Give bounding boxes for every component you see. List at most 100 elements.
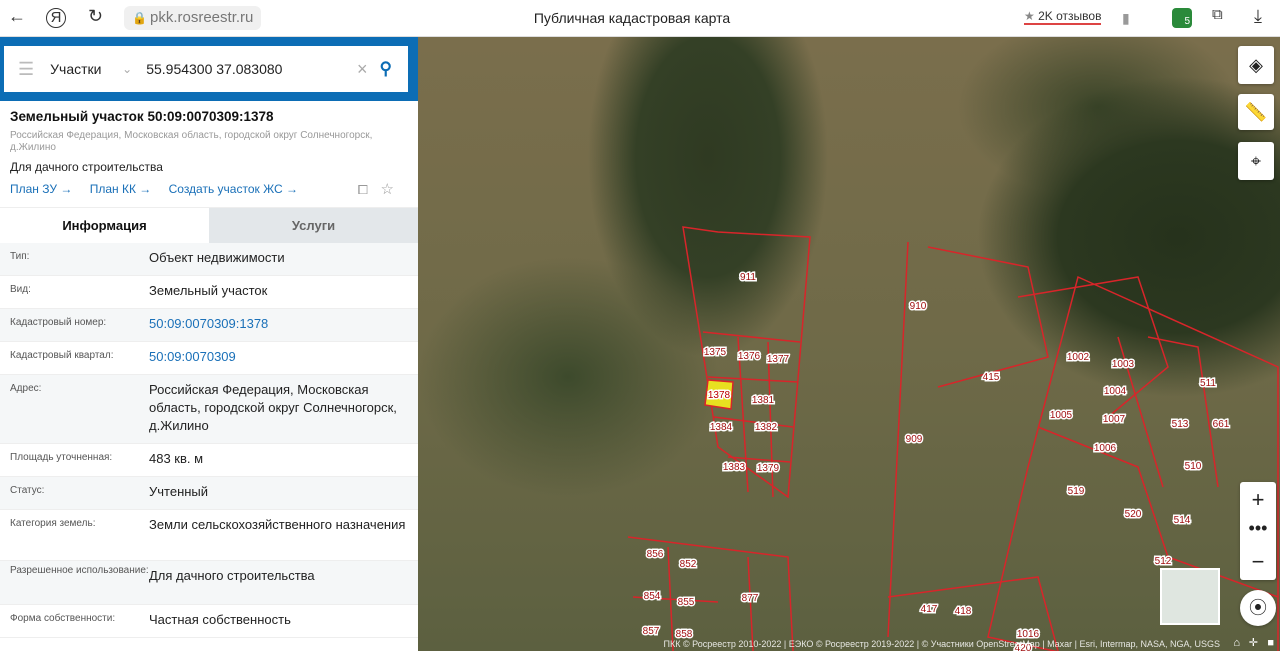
parcel-label[interactable]: 1384 (708, 421, 734, 435)
parcel-label[interactable]: 1004 (1102, 385, 1128, 399)
table-row: Кадастровый квартал: 50:09:0070309 (0, 342, 418, 375)
download-icon[interactable]: ⤓ (1254, 6, 1262, 27)
table-row: Разрешенное использование: Для дачного ст… (0, 561, 418, 605)
info-panel: ☰ Участки ⌄ 55.954300 37.083080 × ⚲ Земе… (0, 37, 418, 651)
row-label: Статус: (10, 485, 45, 496)
table-row: Категория земель: Земли сельскохозяйствен… (0, 510, 418, 561)
locate-button[interactable]: ⌖ (1238, 142, 1274, 180)
row-label: Разрешенное использование: (10, 565, 149, 576)
zoom-in-button[interactable]: + (1240, 482, 1276, 518)
extension-shield-icon[interactable]: 5 (1172, 8, 1192, 28)
parcel-label[interactable]: 910 (908, 300, 928, 314)
parcel-label[interactable]: 857 (641, 625, 661, 639)
parcel-label[interactable]: 1378 (706, 389, 732, 403)
plan-zu-link[interactable]: План ЗУ → (10, 182, 72, 196)
browser-toolbar: ← Я ↻ 🔒 pkk.rosreestr.ru Публичная кадаст… (0, 0, 1280, 37)
parcel-label[interactable]: 1375 (702, 346, 728, 360)
crosshair-small-icon[interactable]: ✛ (1249, 636, 1258, 649)
ruler-button[interactable]: 📏 (1238, 94, 1274, 130)
parcel-label[interactable]: 1003 (1110, 358, 1136, 372)
parcel-label[interactable]: 909 (904, 433, 924, 447)
parcel-label[interactable]: 417 (919, 603, 939, 617)
parcel-title: Земельный участок 50:09:0070309:1378 (10, 109, 274, 124)
parcel-label[interactable]: 1379 (755, 462, 781, 476)
map-attribution: ПКК © Росреестр 2010-2022 | ЕЭКО © Росре… (663, 639, 1221, 649)
reviews-link[interactable]: ★ 2K отзывов (1024, 9, 1102, 25)
parcel-label[interactable]: 854 (642, 590, 662, 604)
row-label: Кадастровый квартал: (10, 350, 114, 361)
cadastral-quarter-link[interactable]: 50:09:0070309 (149, 342, 408, 374)
parcel-label[interactable]: 415 (981, 371, 1001, 385)
parcel-label[interactable]: 1381 (750, 394, 776, 408)
category-select[interactable]: Участки (50, 61, 122, 77)
parcel-layer: 911 1375 1376 1377 1381 1384 1382 1383 1379 910 90… (627, 226, 1279, 651)
row-value: Частная собственность (149, 612, 291, 627)
parcel-label[interactable]: 520 (1123, 508, 1143, 522)
parcel-address: Российская Федерация, Московская область… (10, 130, 373, 153)
parcel-label[interactable]: 418 (953, 605, 973, 619)
tab-information[interactable]: Информация (0, 208, 209, 243)
compass-button[interactable]: ⦿ (1240, 590, 1276, 626)
parcel-label[interactable]: 1376 (736, 350, 762, 364)
parcel-label[interactable]: 661 (1211, 418, 1231, 432)
search-document-icon[interactable]: ⧠ (358, 182, 368, 198)
parcel-label[interactable]: 519 (1066, 485, 1086, 499)
compass-icon: ⦿ (1249, 598, 1267, 618)
extensions-icon[interactable]: ⧉ (1212, 6, 1223, 23)
create-parcel-link[interactable]: Создать участок ЖС → (169, 182, 298, 196)
clear-icon[interactable]: × (357, 59, 368, 80)
row-value: 483 кв. м (149, 451, 204, 466)
row-label: Адрес: (10, 383, 42, 394)
parcel-label[interactable]: 855 (676, 596, 696, 610)
search-icon[interactable]: ⚲ (380, 59, 392, 79)
layers-button[interactable]: ◈ (1238, 46, 1274, 84)
parcel-label[interactable]: 1005 (1048, 409, 1074, 423)
parcel-card: Земельный участок 50:09:0070309:1378 Рос… (0, 101, 418, 208)
plan-kk-link[interactable]: План КК → (90, 182, 152, 196)
chevron-down-icon[interactable]: ⌄ (122, 62, 132, 76)
more-icon[interactable]: ••• (1240, 518, 1276, 544)
tab-services[interactable]: Услуги (209, 208, 418, 243)
star-favorite-icon[interactable]: ☆ (381, 180, 394, 198)
parcel-label[interactable]: 1377 (765, 353, 791, 367)
parcel-label[interactable]: 514 (1172, 514, 1192, 528)
table-row: Форма собственности: Частная собственност… (0, 605, 418, 638)
crosshair-icon: ⌖ (1250, 151, 1262, 171)
row-label: Тип: (10, 251, 30, 262)
table-row: Статус: Учтенный (0, 477, 418, 510)
table-row: Тип: Объект недвижимости (0, 243, 418, 276)
parcel-label[interactable]: 1382 (753, 421, 779, 435)
bookmark-icon[interactable]: ▮ (1122, 10, 1130, 27)
ruler-icon: 📏 (1244, 102, 1268, 122)
parcel-label[interactable]: 511 (1199, 377, 1218, 391)
parcel-label[interactable]: 510 (1183, 460, 1203, 474)
star-icon: ★ (1024, 9, 1035, 23)
fullscreen-icon[interactable]: ■ (1267, 637, 1274, 649)
row-label: Вид: (10, 284, 31, 295)
parcel-label[interactable]: 513 (1170, 418, 1190, 432)
cadastral-number-link[interactable]: 50:09:0070309:1378 (149, 309, 408, 341)
parcel-label[interactable]: 877 (740, 592, 760, 606)
home-icon[interactable]: ⌂ (1233, 637, 1240, 649)
search-bar: ☰ Участки ⌄ 55.954300 37.083080 × ⚲ (4, 46, 408, 92)
zoom-out-button[interactable]: − (1240, 544, 1276, 580)
parcel-label[interactable]: 1007 (1101, 413, 1127, 427)
map-view[interactable]: 911 1375 1376 1377 1381 1384 1382 1383 1379 910 90… (418, 37, 1280, 651)
table-row: Площадь уточненная: 483 кв. м (0, 444, 418, 477)
search-input[interactable]: 55.954300 37.083080 (146, 61, 357, 77)
parcel-label[interactable]: 1006 (1092, 442, 1118, 456)
search-header: ☰ Участки ⌄ 55.954300 37.083080 × ⚲ (0, 37, 418, 101)
minimap[interactable] (1160, 568, 1220, 625)
parcel-label[interactable]: 852 (678, 558, 698, 572)
reviews-text: 2K отзывов (1038, 9, 1102, 23)
menu-icon[interactable]: ☰ (18, 59, 34, 80)
parcel-label[interactable]: 856 (645, 548, 665, 562)
parcel-label[interactable]: 1383 (721, 461, 747, 475)
extension-badge: 5 (1184, 16, 1190, 27)
parcel-label[interactable]: 1002 (1065, 351, 1091, 365)
row-value: Земли сельскохозяйственного назначения (149, 517, 406, 532)
row-label: Форма собственности: (10, 613, 116, 624)
parcel-label[interactable]: 512 (1153, 555, 1173, 569)
parcel-label[interactable]: 911 (739, 271, 758, 285)
row-value: Для дачного строительства (149, 568, 315, 583)
